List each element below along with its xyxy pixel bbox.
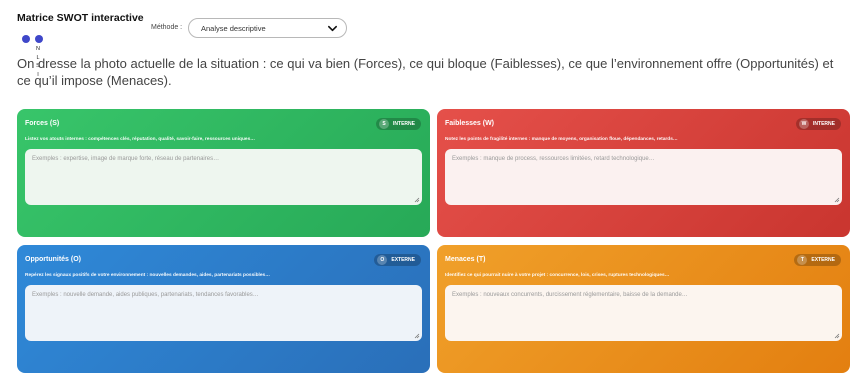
intro-text: On dresse la photo actuelle de la situat…: [17, 56, 834, 88]
card-title: Opportunités (O): [25, 256, 81, 263]
badge-letter: O: [377, 255, 388, 265]
badge-label: EXTERNE: [811, 257, 835, 263]
badge-label: EXTERNE: [391, 257, 415, 263]
opportunites-input[interactable]: [25, 285, 422, 341]
card-faiblesses: Faiblesses (W) W INTERNE Notez les point…: [437, 109, 850, 237]
dot-icon: [35, 35, 43, 43]
resize-grip-icon[interactable]: [834, 333, 840, 339]
card-description: Listez vos atouts internes : compétences…: [25, 137, 256, 142]
method-select[interactable]: Analyse descriptive: [188, 18, 347, 38]
badge-letter: T: [797, 255, 808, 265]
card-title: Faiblesses (W): [445, 120, 495, 127]
card-menaces: Menaces (T) T EXTERNE Identifiez ce qui …: [437, 245, 850, 373]
forces-input[interactable]: [25, 149, 422, 205]
badge-label: INTERNE: [813, 121, 835, 127]
page-title: Matrice SWOT interactive: [17, 12, 144, 24]
scope-badge: S INTERNE: [376, 118, 421, 130]
faiblesses-input[interactable]: [445, 149, 842, 205]
card-title: Forces (S): [25, 120, 60, 127]
badge-letter: S: [379, 119, 390, 129]
card-description: Notez les points de fragilité internes :…: [445, 137, 678, 142]
toggle-dots[interactable]: [22, 34, 46, 44]
card-forces: Forces (S) S INTERNE Listez vos atouts i…: [17, 109, 430, 237]
card-description: Identifiez ce qui pourrait nuire à votre…: [445, 273, 670, 278]
resize-grip-icon[interactable]: [414, 197, 420, 203]
scope-badge: T EXTERNE: [794, 254, 841, 266]
vertical-letter: N: [36, 46, 40, 52]
card-opportunites: Opportunités (O) O EXTERNE Repérez les s…: [17, 245, 430, 373]
method-select-value: Analyse descriptive: [201, 23, 266, 33]
card-description: Repérez les signaux positifs de votre en…: [25, 273, 270, 278]
scope-badge: W INTERNE: [796, 118, 841, 130]
resize-grip-icon[interactable]: [414, 333, 420, 339]
chevron-down-icon: [328, 25, 337, 31]
badge-letter: W: [799, 119, 810, 129]
scope-badge: O EXTERNE: [374, 254, 421, 266]
resize-grip-icon[interactable]: [834, 197, 840, 203]
badge-label: INTERNE: [393, 121, 415, 127]
dot-icon: [22, 35, 30, 43]
method-label: Méthode :: [151, 24, 183, 31]
menaces-input[interactable]: [445, 285, 842, 341]
card-title: Menaces (T): [445, 256, 486, 263]
